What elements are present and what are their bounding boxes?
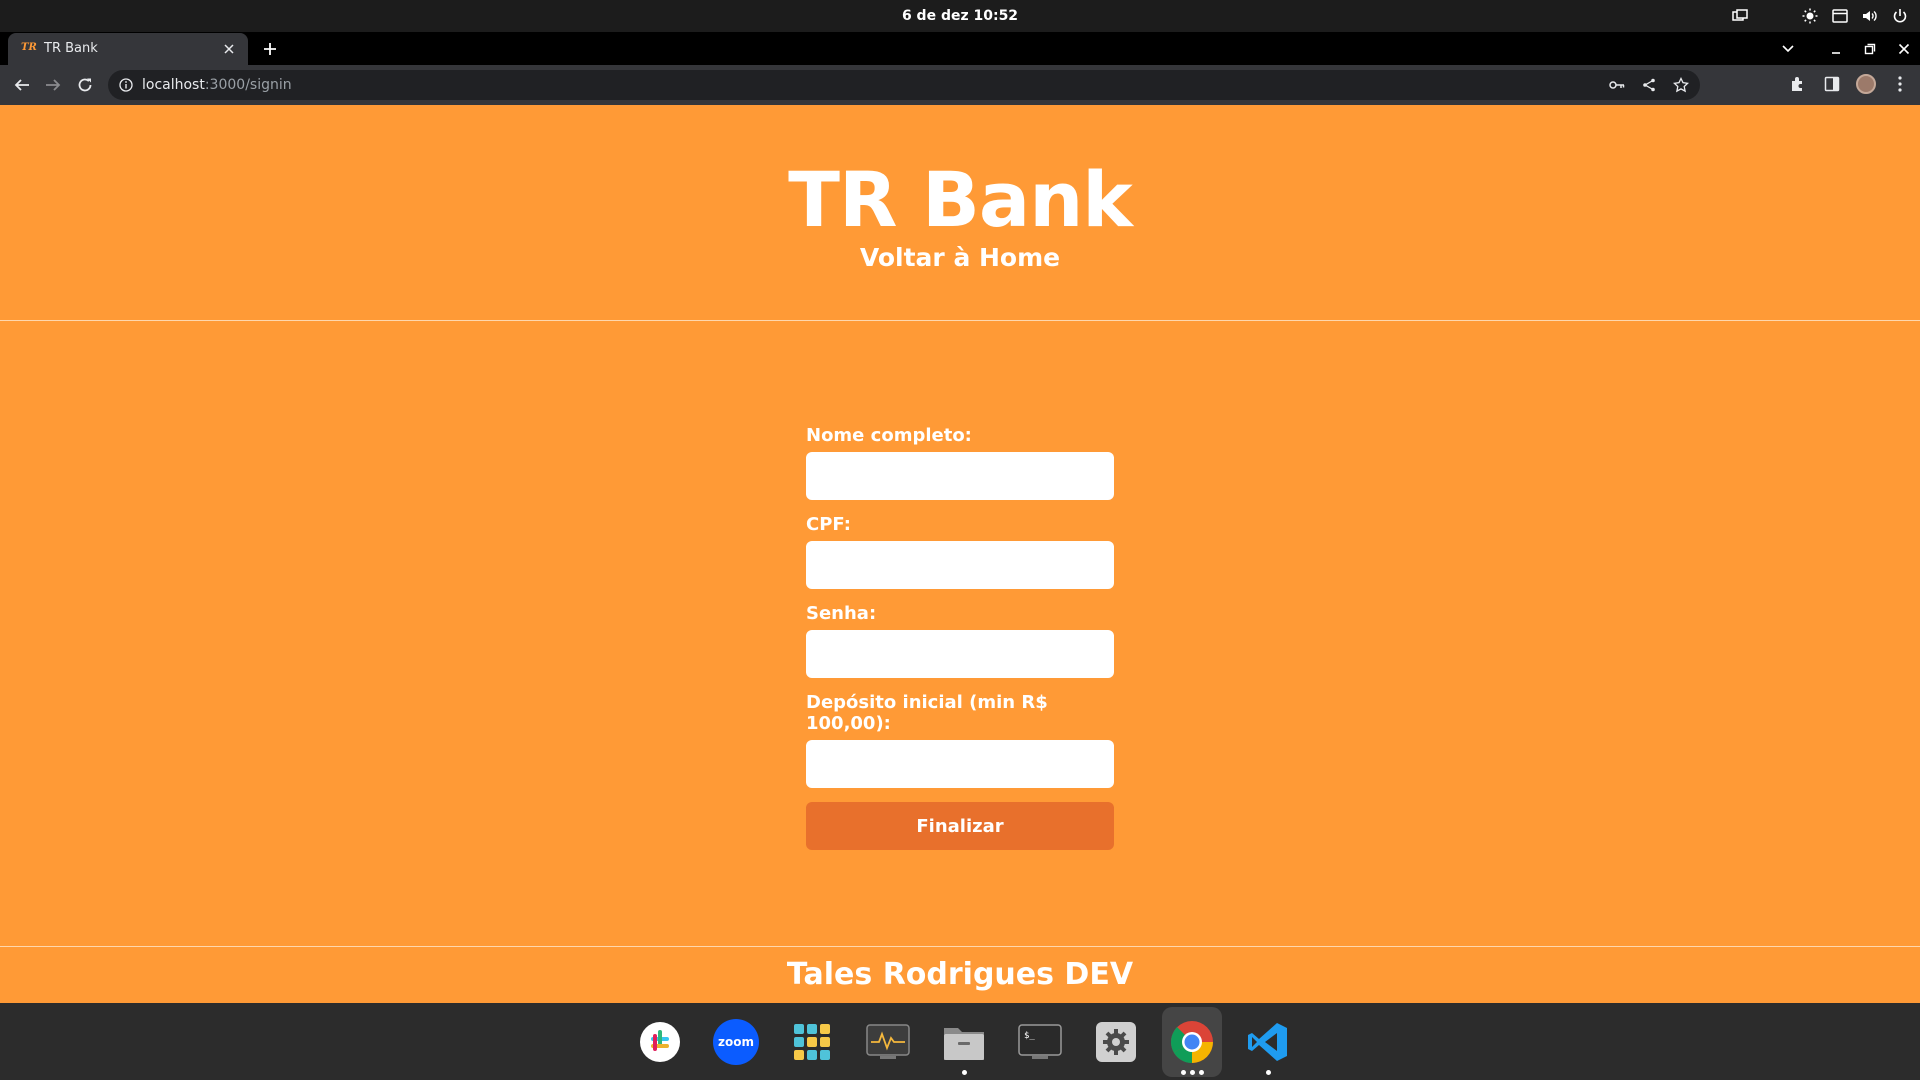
profile-avatar[interactable] bbox=[1856, 74, 1876, 94]
menu-kebab-icon[interactable] bbox=[1890, 74, 1910, 94]
site-info-icon[interactable] bbox=[118, 77, 134, 93]
system-top-bar: 6 de dez 10:52 bbox=[0, 0, 1920, 32]
browser-tab-strip: TR TR Bank bbox=[0, 32, 1920, 65]
window-icon[interactable] bbox=[1832, 8, 1848, 24]
vscode-icon bbox=[1245, 1019, 1291, 1065]
system-monitor-icon bbox=[865, 1019, 911, 1065]
name-input[interactable] bbox=[806, 452, 1114, 500]
dock-app-grid[interactable] bbox=[782, 1007, 842, 1077]
brightness-icon[interactable] bbox=[1802, 8, 1818, 24]
side-panel-icon[interactable] bbox=[1822, 74, 1842, 94]
back-icon[interactable] bbox=[12, 75, 32, 95]
bookmark-star-icon[interactable] bbox=[1672, 76, 1690, 94]
footer-divider bbox=[0, 946, 1920, 947]
signin-page: TR Bank Voltar à Home Nome completo: CPF… bbox=[0, 105, 1920, 1003]
files-icon bbox=[941, 1019, 987, 1065]
url-path: :3000/signin bbox=[204, 77, 292, 93]
password-input[interactable] bbox=[806, 630, 1114, 678]
tab-search-icon[interactable] bbox=[1780, 41, 1796, 57]
zoom-icon: zoom bbox=[713, 1018, 759, 1065]
system-clock[interactable]: 6 de dez 10:52 bbox=[0, 0, 1920, 32]
volume-icon[interactable] bbox=[1862, 8, 1878, 24]
dock-slack[interactable] bbox=[630, 1007, 690, 1077]
url-text[interactable]: localhost:3000/signin bbox=[142, 77, 292, 93]
deposit-label: Depósito inicial (min R$ 100,00): bbox=[806, 692, 1048, 734]
name-label: Nome completo: bbox=[806, 425, 972, 446]
share-icon[interactable] bbox=[1640, 76, 1658, 94]
password-key-icon[interactable] bbox=[1608, 76, 1626, 94]
tab-tr-bank[interactable]: TR TR Bank bbox=[8, 33, 248, 65]
back-home-link[interactable]: Voltar à Home bbox=[0, 243, 1920, 272]
window-controls bbox=[1780, 32, 1912, 65]
dock-terminal[interactable]: $_ bbox=[1010, 1007, 1070, 1077]
cpf-label: CPF: bbox=[806, 514, 851, 535]
forward-icon[interactable] bbox=[43, 75, 63, 95]
dock-files[interactable] bbox=[934, 1007, 994, 1077]
dock-chrome[interactable] bbox=[1162, 1006, 1222, 1077]
slack-icon bbox=[637, 1019, 683, 1065]
new-tab-icon[interactable] bbox=[260, 39, 280, 59]
tab-title: TR Bank bbox=[44, 41, 98, 56]
dock-vscode[interactable] bbox=[1238, 1007, 1298, 1077]
extensions-icon[interactable] bbox=[1788, 74, 1808, 94]
signup-form: Nome completo: CPF: Senha: Depósito inic… bbox=[806, 425, 1114, 850]
dock-settings[interactable] bbox=[1086, 1007, 1146, 1077]
footer-credit: Tales Rodrigues DEV bbox=[786, 957, 1134, 992]
finish-button[interactable]: Finalizar bbox=[806, 802, 1114, 850]
app-grid-icon bbox=[789, 1019, 835, 1065]
header-divider bbox=[0, 320, 1920, 321]
reload-icon[interactable] bbox=[75, 75, 95, 95]
settings-icon bbox=[1093, 1019, 1139, 1065]
svg-text:$_: $_ bbox=[1024, 1031, 1035, 1041]
close-window-icon[interactable] bbox=[1896, 41, 1912, 57]
dock-system-monitor[interactable] bbox=[858, 1007, 918, 1077]
brand-title: TR Bank bbox=[788, 155, 1133, 244]
close-tab-icon[interactable] bbox=[220, 40, 238, 58]
power-icon[interactable] bbox=[1892, 8, 1908, 24]
url-host: localhost bbox=[142, 77, 205, 93]
dock-zoom[interactable]: zoom bbox=[706, 1007, 766, 1077]
terminal-icon: $_ bbox=[1017, 1019, 1063, 1065]
password-label: Senha: bbox=[806, 603, 877, 624]
deposit-input[interactable] bbox=[806, 740, 1114, 788]
cpf-input[interactable] bbox=[806, 541, 1114, 589]
browser-toolbar: localhost:3000/signin bbox=[0, 65, 1920, 105]
remote-desktop-icon[interactable] bbox=[1732, 8, 1748, 24]
system-tray[interactable] bbox=[1732, 0, 1908, 32]
address-bar[interactable]: localhost:3000/signin bbox=[108, 70, 1700, 100]
tab-favicon: TR bbox=[21, 42, 37, 53]
app-dock: zoom $_ bbox=[0, 1003, 1920, 1080]
minimize-icon[interactable] bbox=[1828, 41, 1844, 57]
chrome-icon bbox=[1169, 1019, 1215, 1065]
restore-icon[interactable] bbox=[1862, 41, 1878, 57]
